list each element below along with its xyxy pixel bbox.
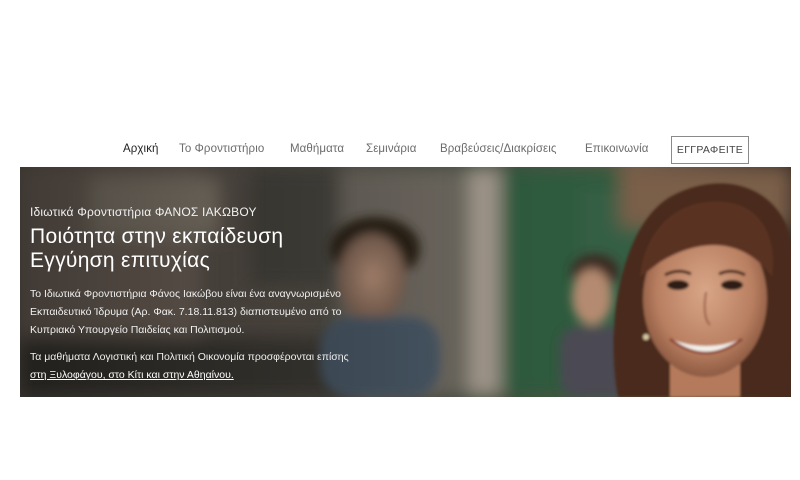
register-button[interactable]: ΕΓΓΡΑΦΕΙΤΕ xyxy=(671,136,749,164)
hero-title-line-2: Εγγύηση επιτυχίας xyxy=(30,249,210,272)
hero-description-line-1: Το Ιδιωτικά Φροντιστήρια Φάνος Ιακώβου ε… xyxy=(30,288,341,300)
hero-title: Ποιότητα στην εκπαίδευση Εγγύηση επιτυχί… xyxy=(30,225,450,273)
nav-item-about[interactable]: Το Φροντιστήριο xyxy=(179,143,264,155)
hero-description: Το Ιδιωτικά Φροντιστήρια Φάνος Ιακώβου ε… xyxy=(30,285,450,339)
nav-item-contact[interactable]: Επικοινωνία xyxy=(585,143,649,155)
page: Αρχική Το Φροντιστήριο Μαθήματα Σεμινάρι… xyxy=(0,0,800,480)
hero-courses-note: Τα μαθήματα Λογιστική και Πολιτική Οικον… xyxy=(30,348,450,384)
hero-courses-line: Τα μαθήματα Λογιστική και Πολιτική Οικον… xyxy=(30,351,349,363)
hero-kicker: Ιδιωτικά Φροντιστήρια ΦΑΝΟΣ ΙΑΚΩΒΟΥ xyxy=(30,205,257,219)
hero-banner: Ιδιωτικά Φροντιστήρια ΦΑΝΟΣ ΙΑΚΩΒΟΥ Ποιό… xyxy=(20,167,791,397)
nav-item-seminars[interactable]: Σεμινάρια xyxy=(366,143,416,155)
nav-item-awards[interactable]: Βραβεύσεις/Διακρίσεις xyxy=(440,143,557,155)
nav-item-courses[interactable]: Μαθήματα xyxy=(290,143,344,155)
locations-link[interactable]: στη Ξυλοφάγου, στο Κίτι και στην Αθηαίνο… xyxy=(30,369,234,381)
hero-description-line-3: Κυπριακό Υπουργείο Παιδείας και Πολιτισμ… xyxy=(30,324,245,336)
main-nav: Αρχική Το Φροντιστήριο Μαθήματα Σεμινάρι… xyxy=(0,136,800,166)
hero-copy: Ιδιωτικά Φροντιστήρια ΦΑΝΟΣ ΙΑΚΩΒΟΥ Ποιό… xyxy=(30,205,450,384)
hero-title-line-1: Ποιότητα στην εκπαίδευση xyxy=(30,225,284,248)
hero-description-line-2: Εκπαιδευτικό Ίδρυμα (Αρ. Φακ. 7.18.11.81… xyxy=(30,306,342,318)
nav-item-home[interactable]: Αρχική xyxy=(123,143,159,155)
